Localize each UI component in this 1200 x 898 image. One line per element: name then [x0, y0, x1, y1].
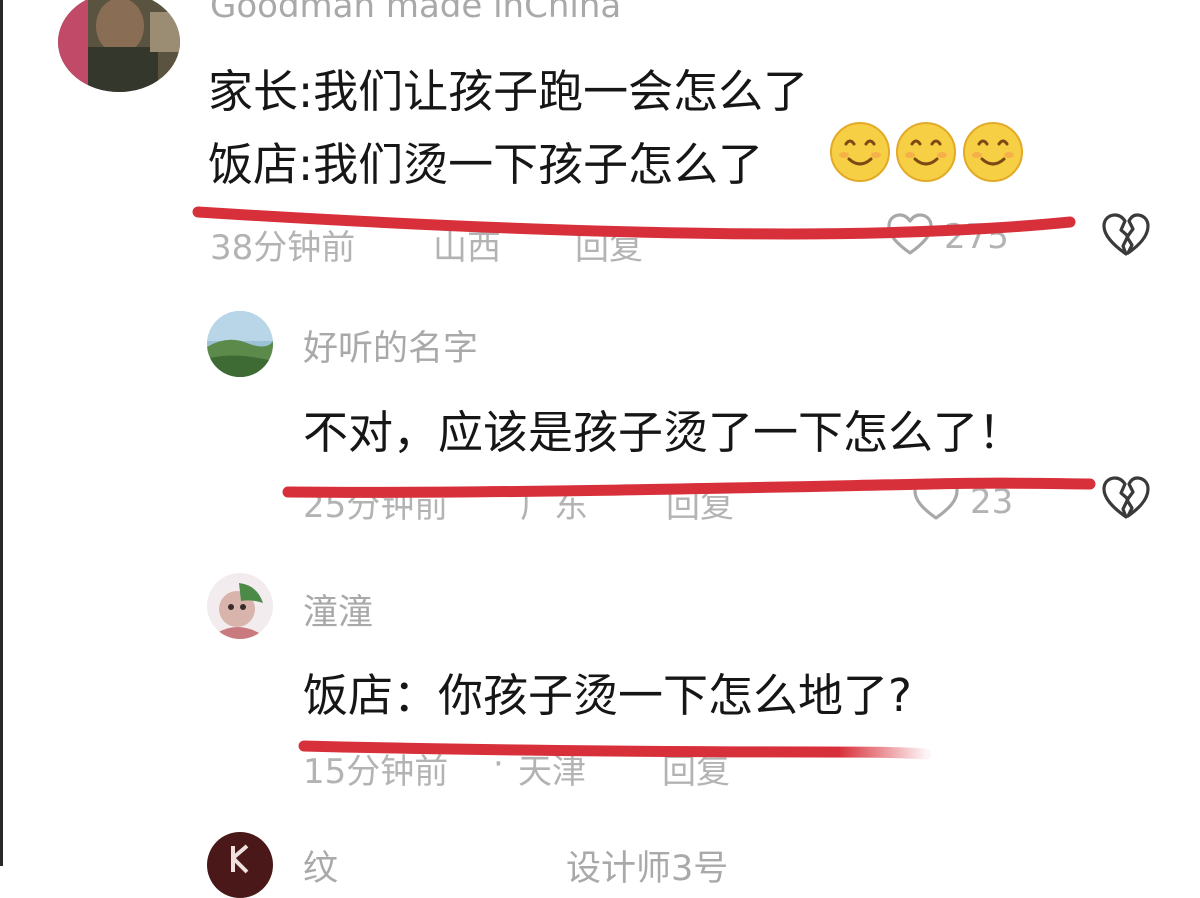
broken-heart-icon	[1101, 476, 1151, 525]
window-edge	[0, 0, 3, 866]
avatar[interactable]	[207, 573, 273, 639]
like-count: 275	[944, 217, 1009, 257]
comment-text: 家长:我们让孩子跑一会怎么了	[208, 65, 809, 118]
smiley-emoji	[895, 121, 957, 187]
smiley-emoji	[829, 121, 891, 187]
avatar[interactable]	[207, 832, 273, 898]
comment-time: 25分钟前	[303, 486, 449, 526]
reply-button[interactable]: 回复	[575, 220, 643, 269]
avatar[interactable]	[207, 311, 273, 377]
broken-heart-icon	[1101, 213, 1151, 262]
heart-icon	[912, 478, 960, 526]
comment-text: 饭店:我们烫一下孩子怎么了	[208, 138, 764, 191]
username[interactable]: Goodman made inChina	[210, 0, 621, 26]
dislike-button[interactable]	[1101, 475, 1151, 525]
dislike-button[interactable]	[1101, 212, 1151, 262]
smiley-emoji	[962, 121, 1024, 187]
username[interactable]: 好听的名字	[303, 320, 478, 371]
comment-location: 山西	[433, 228, 501, 268]
heart-icon	[886, 213, 934, 261]
username[interactable]: 潼潼	[303, 584, 373, 635]
like-button[interactable]: 23	[912, 478, 1013, 526]
meta-separator: ·	[493, 744, 504, 784]
comment-text: 饭店：你孩子烫一下怎么地了?	[303, 669, 912, 722]
comment-text: 不对，应该是孩子烫了一下怎么了！	[303, 406, 1024, 459]
comment-time: 15分钟前	[303, 752, 449, 792]
comment-time: 38分钟前	[210, 228, 356, 268]
comment-location: 广东	[520, 486, 588, 526]
avatar[interactable]	[58, 0, 180, 92]
comment-location: 天津	[518, 752, 586, 792]
reply-button[interactable]: 回复	[662, 744, 730, 793]
like-button[interactable]: 275	[886, 213, 1009, 261]
like-count: 23	[970, 482, 1014, 522]
reply-button[interactable]: 回复	[666, 478, 734, 527]
